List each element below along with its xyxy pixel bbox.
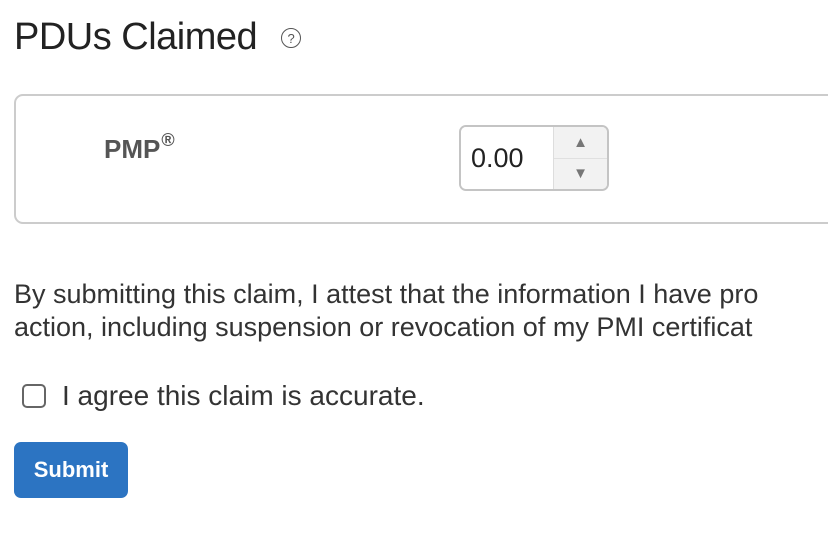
pdu-quantity-input[interactable] <box>461 127 553 189</box>
heading-row: PDUs Claimed ? <box>14 14 302 60</box>
help-icon[interactable]: ? <box>281 28 302 48</box>
triangle-up-icon: ▲ <box>573 133 588 151</box>
page-title: PDUs Claimed <box>14 16 258 58</box>
certification-label: PMP® <box>104 130 175 165</box>
registered-mark: ® <box>161 130 175 150</box>
pdu-quantity-stepper: ▲ ▼ <box>459 125 609 191</box>
attestation-text: By submitting this claim, I attest that … <box>14 278 828 344</box>
stepper-buttons: ▲ ▼ <box>553 127 607 189</box>
attestation-line-2: action, including suspension or revocati… <box>14 312 753 342</box>
certification-name: PMP <box>104 134 161 164</box>
attestation-line-1: By submitting this claim, I attest that … <box>14 279 759 309</box>
submit-button[interactable]: Submit <box>14 442 128 498</box>
help-glyph: ? <box>287 30 295 46</box>
stepper-up-button[interactable]: ▲ <box>554 127 607 159</box>
agree-label: I agree this claim is accurate. <box>62 380 425 411</box>
pdu-claim-page: PDUs Claimed ? PMP® ▲ ▼ By submitting th… <box>0 0 828 550</box>
stepper-down-button[interactable]: ▼ <box>554 159 607 190</box>
agreement-row: I agree this claim is accurate. <box>22 378 425 414</box>
pdu-claim-box: PMP® ▲ ▼ <box>14 94 828 224</box>
agree-checkbox[interactable] <box>22 384 46 408</box>
triangle-down-icon: ▼ <box>573 165 588 183</box>
